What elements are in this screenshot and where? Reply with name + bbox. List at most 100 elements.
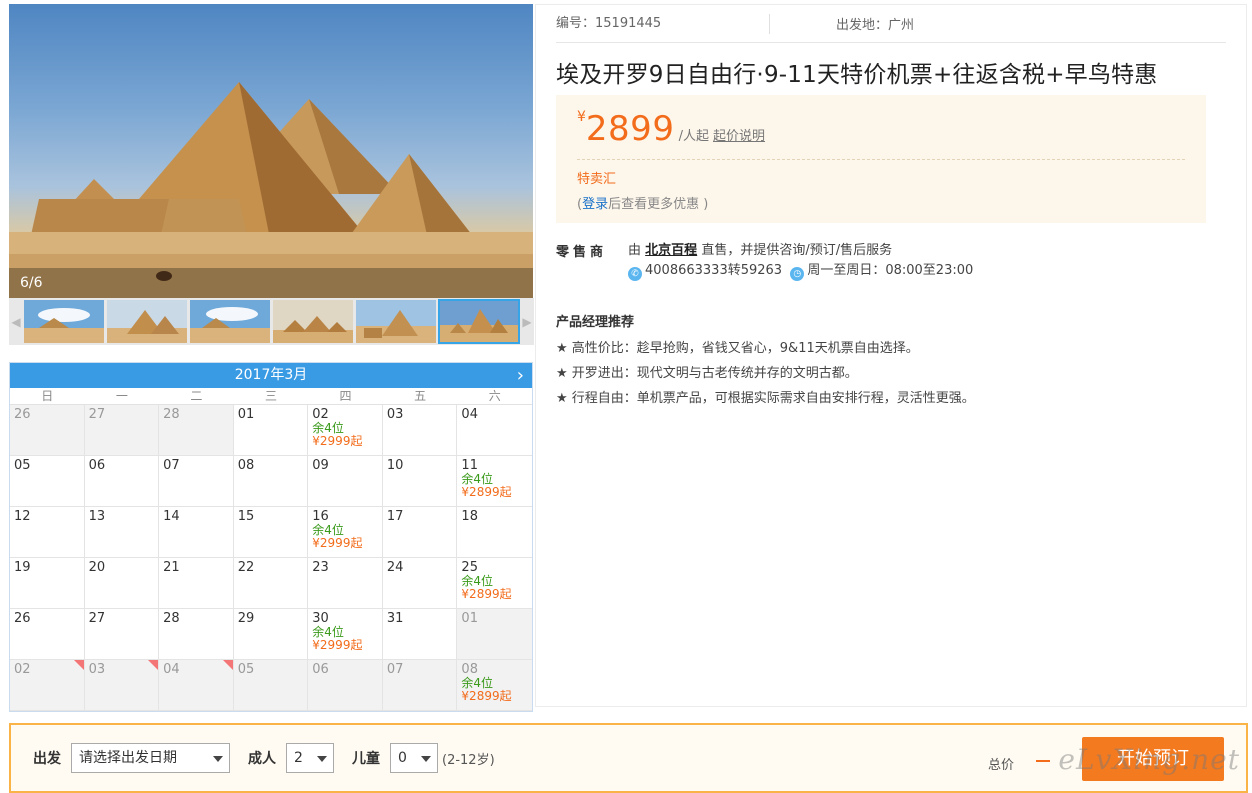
calendar-day: 27: [84, 405, 160, 456]
calendar-day-available[interactable]: 16 余4位 ¥2999起: [308, 507, 383, 558]
calendar-day: 03: [84, 660, 160, 711]
depart-date-select[interactable]: 请选择出发日期: [71, 743, 230, 773]
calendar-day-available[interactable]: 25 余4位 ¥2899起: [457, 558, 532, 609]
day-number: 21: [163, 560, 180, 575]
divider: [577, 159, 1185, 160]
calendar-day: 24: [382, 558, 458, 609]
day-number: 12: [14, 509, 31, 524]
calendar-day: 14: [159, 507, 234, 558]
day-number: 15: [237, 509, 255, 524]
calendar-day: 09: [308, 456, 383, 507]
login-hint: (登录后查看更多优惠 ): [577, 193, 1185, 212]
day-number: 04: [461, 407, 478, 422]
calendar-day: 17: [382, 507, 458, 558]
calendar-day-available[interactable]: 30 余4位 ¥2999起: [308, 609, 383, 660]
calendar-day: 10: [382, 456, 458, 507]
thumbnail[interactable]: [272, 299, 354, 344]
seller-name-link[interactable]: 北京百程: [645, 243, 697, 258]
seller-desc: 直售，并提供咨询/预订/售后服务: [701, 243, 893, 258]
price-explain-link[interactable]: 起价说明: [713, 129, 765, 144]
day-price: ¥2999起: [312, 434, 363, 448]
day-number: 01: [461, 611, 478, 626]
day-number: 09: [312, 458, 329, 473]
day-price: ¥2999起: [312, 536, 363, 550]
calendar-day-available[interactable]: 08 余4位 ¥2899起: [457, 660, 532, 711]
child-count-select[interactable]: 0: [390, 743, 438, 773]
thumb-image: [356, 300, 436, 343]
seller-by: 由: [628, 243, 642, 258]
calendar-day: 13: [84, 507, 160, 558]
day-number: 06: [312, 662, 329, 677]
thumbnail[interactable]: [355, 299, 437, 344]
day-price: ¥2899起: [461, 587, 512, 601]
calendar-day: 23: [308, 558, 383, 609]
adult-count-select[interactable]: 2: [286, 743, 334, 773]
seller-info: 由 北京百程 直售，并提供咨询/预订/售后服务 ✆ 4008663333转5926…: [628, 241, 973, 281]
calendar-day: 26: [10, 405, 85, 456]
calendar-day: 26: [10, 609, 85, 660]
price-value: 2899: [585, 109, 675, 149]
special-tag-icon: [148, 660, 159, 670]
day-number: 04: [163, 662, 180, 677]
day-number: 23: [312, 560, 329, 575]
day-number: 18: [461, 509, 478, 524]
day-number: 28: [163, 407, 180, 422]
thumbnail[interactable]: [23, 299, 105, 344]
day-number: 26: [14, 611, 31, 626]
recommendation-title: 产品经理推荐: [556, 315, 635, 330]
seller-hours: 周一至周日：08:00至23:00: [807, 263, 974, 278]
recommendation-item: ★ 高性价比：趁早抢购，省钱又省心，9&11天机票自由选择。: [556, 341, 919, 356]
thumb-prev-icon[interactable]: ◀: [9, 298, 23, 345]
calendar-day: 08: [233, 456, 309, 507]
calendar-month: 2017年3月: [234, 367, 308, 383]
thumb-image: [440, 301, 518, 342]
day-number: 03: [88, 662, 106, 677]
weekday-label: 日: [41, 389, 54, 403]
seller-label: 零售商: [556, 245, 608, 260]
thumb-next-icon[interactable]: ▶: [520, 298, 534, 345]
price-unit: /人起: [678, 129, 709, 144]
calendar-day: 22: [233, 558, 309, 609]
calendar-day-available[interactable]: 02 余4位 ¥2999起: [308, 405, 383, 456]
hero-image[interactable]: 6/6: [9, 4, 533, 298]
thumbnail[interactable]: [106, 299, 188, 344]
calendar-day: 21: [159, 558, 234, 609]
product-title: 埃及开罗9日自由行·9-11天特价机票+往返含税+早鸟特惠: [556, 62, 1158, 88]
seller-section: 零售商 由 北京百程 直售，并提供咨询/预订/售后服务 ✆ 4008663333转…: [556, 241, 1226, 281]
departure-calendar: 2017年3月 › 日一二三四五六 26 27 28 01 02 余4位 ¥2999起 03 0…: [9, 362, 533, 712]
page: 6/6 ◀ ▶ 2017年3月 › 日 一 二 三 四 五 六 26 27 28 01 02 余4位 ¥…: [0, 0, 1252, 793]
depart-label: 出发: [33, 751, 61, 767]
day-number: 08: [237, 458, 255, 473]
day-number: 28: [163, 611, 180, 626]
calendar-day: 05: [10, 456, 85, 507]
calendar-day: 18: [457, 507, 532, 558]
weekday-label: 六: [488, 389, 501, 403]
day-number: 03: [386, 407, 404, 422]
seller-phone: 4008663333转59263: [645, 263, 783, 278]
thumb-image: [273, 300, 353, 343]
watermark: eLvXing.net: [1058, 743, 1240, 776]
login-suffix: 后查看更多优惠 ): [608, 197, 709, 212]
day-number: 02: [14, 662, 31, 677]
product-code: 编号：15191445: [556, 13, 770, 34]
calendar-day: 01: [233, 405, 309, 456]
day-number: 27: [88, 407, 106, 422]
chevron-right-icon[interactable]: ›: [517, 363, 524, 388]
day-number: 16: [312, 509, 329, 524]
booking-bar: 出发 请选择出发日期 成人 2 儿童 0 (2-12岁) 总价 开始预订 eLv…: [9, 723, 1248, 793]
calendar-day: 28: [159, 609, 234, 660]
product-info-panel: 编号：15191445 出发地：广州 埃及开罗9日自由行·9-11天特价机票+往…: [535, 4, 1247, 707]
thumbnail-active[interactable]: [438, 299, 520, 344]
day-number: 27: [88, 611, 106, 626]
child-label: 儿童: [352, 751, 380, 767]
thumbnail[interactable]: [189, 299, 271, 344]
weekday-label: 三: [264, 389, 277, 403]
calendar-day: 15: [233, 507, 309, 558]
day-number: 01: [237, 407, 255, 422]
login-link[interactable]: 登录: [582, 197, 608, 212]
special-tag-icon: [73, 660, 84, 670]
day-price: ¥2899起: [461, 485, 512, 499]
calendar-day: 29: [233, 609, 309, 660]
calendar-day-available[interactable]: 11 余4位 ¥2899起: [457, 456, 532, 507]
day-number: 07: [163, 458, 180, 473]
